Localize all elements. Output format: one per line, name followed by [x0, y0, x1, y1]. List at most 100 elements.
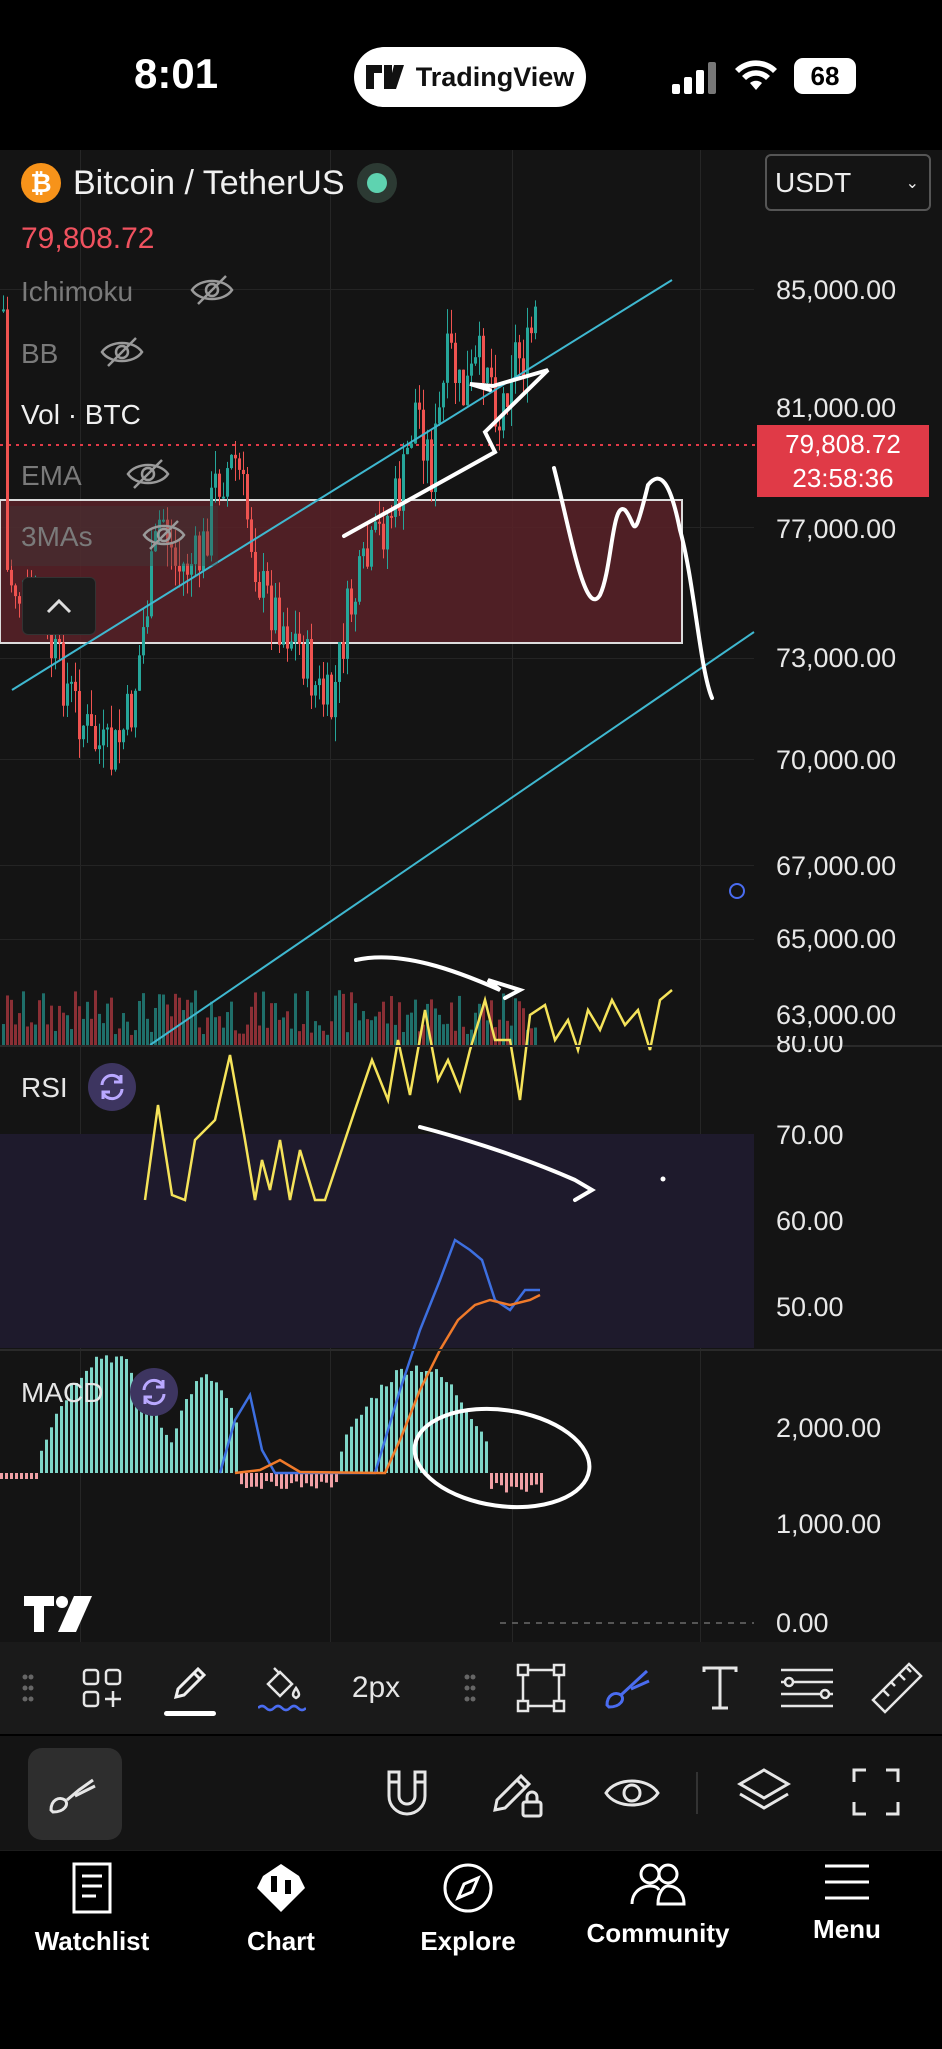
volume-bar	[270, 1003, 273, 1045]
magnet-icon[interactable]	[383, 1768, 431, 1820]
macd-histogram-bar	[160, 1427, 163, 1473]
volume-bar	[86, 1001, 89, 1045]
pen-icon[interactable]	[160, 1642, 220, 1734]
collapse-legend-button[interactable]	[22, 577, 96, 635]
volume-bar	[42, 993, 45, 1045]
drag-handle-icon[interactable]	[10, 1642, 46, 1734]
volume-bar	[146, 1018, 149, 1045]
symbol-header[interactable]: ₿ Bitcoin / TetherUS	[21, 163, 397, 203]
price-axis-label: 73,000.00	[776, 643, 897, 673]
candle-body	[466, 375, 469, 406]
volume-bar	[90, 1018, 93, 1045]
candle-body	[450, 333, 453, 343]
brush-tool-button[interactable]	[28, 1748, 122, 1840]
rectangle-icon[interactable]	[510, 1642, 572, 1734]
volume-bar	[226, 1012, 229, 1045]
volume-bar	[454, 1030, 457, 1045]
volume-bar	[242, 1033, 245, 1045]
volume-bar	[18, 1013, 21, 1045]
pane-separator[interactable]	[0, 1349, 942, 1351]
candle-body	[358, 556, 361, 602]
currency-value: USDT	[775, 166, 852, 198]
macd-histogram-bar	[395, 1370, 398, 1473]
macd-refresh-icon[interactable]	[130, 1368, 178, 1416]
fill-icon[interactable]	[252, 1642, 312, 1734]
macd-histogram-bar	[360, 1414, 363, 1473]
macd-histogram-bar	[175, 1428, 178, 1473]
layers-icon[interactable]	[736, 1766, 792, 1818]
candle-body	[222, 496, 225, 499]
nav-community[interactable]: Community	[568, 1862, 748, 1949]
rsi-refresh-icon[interactable]	[88, 1063, 136, 1111]
eye-hidden-icon[interactable]	[142, 517, 186, 553]
volume-bar	[46, 1024, 49, 1045]
signal-icon	[672, 62, 716, 94]
eye-hidden-icon[interactable]	[100, 334, 144, 370]
candle-body	[282, 626, 285, 645]
volume-bar	[38, 1000, 41, 1045]
indicator-3mas[interactable]: 3MAs	[21, 521, 93, 553]
fullscreen-icon[interactable]	[852, 1768, 900, 1816]
macd-histogram-bar	[330, 1473, 333, 1488]
volume-bar	[10, 999, 13, 1045]
indicator-ema[interactable]: EMA	[21, 460, 82, 492]
macd-histogram-bar	[205, 1374, 208, 1473]
volume-bar	[354, 1003, 357, 1045]
price-axis-label: 65,000.00	[776, 924, 897, 954]
chart-icon	[257, 1864, 305, 1912]
indicator-bb[interactable]: BB	[21, 338, 58, 370]
volume-bar	[450, 1002, 453, 1045]
candle-body	[82, 725, 85, 740]
symbol-title[interactable]: Bitcoin / TetherUS	[73, 164, 345, 203]
text-icon[interactable]	[692, 1642, 748, 1734]
candle-body	[426, 439, 429, 461]
volume-bar	[274, 1003, 277, 1045]
nav-menu[interactable]: Menu	[757, 1862, 937, 1945]
volume-bar	[522, 1008, 525, 1045]
currency-select[interactable]: USDT ⌄	[765, 154, 931, 211]
candle-body	[102, 729, 105, 746]
nav-watchlist[interactable]: Watchlist	[2, 1862, 182, 1957]
candle-body	[54, 638, 57, 659]
tradingview-pill[interactable]: TradingView	[354, 47, 586, 107]
volume-bar	[322, 1030, 325, 1045]
macd-histogram-bar	[20, 1473, 23, 1479]
macd-histogram-bar	[60, 1406, 63, 1473]
macd-title[interactable]: MACD	[21, 1377, 103, 1409]
macd-histogram-bar	[25, 1473, 28, 1479]
candle-body	[350, 588, 353, 615]
fib-icon[interactable]	[776, 1642, 838, 1734]
candle-body	[462, 369, 465, 406]
macd-histogram-bar	[210, 1380, 213, 1473]
macd-histogram-bar	[180, 1410, 183, 1473]
candle-body	[58, 638, 61, 643]
rsi-title[interactable]: RSI	[21, 1072, 68, 1104]
rsi-arrow-drawing	[418, 1125, 596, 1202]
volume-bar	[138, 1000, 141, 1045]
eye-icon[interactable]	[604, 1775, 660, 1811]
indicator-ichimoku[interactable]: Ichimoku	[21, 276, 133, 308]
macd-histogram-bar	[450, 1384, 453, 1473]
eye-hidden-icon[interactable]	[190, 272, 234, 308]
nav-explore[interactable]: Explore	[378, 1862, 558, 1957]
drag-handle-icon[interactable]	[452, 1642, 488, 1734]
nav-label: Chart	[247, 1926, 315, 1956]
macd-histogram-bar	[240, 1473, 243, 1485]
volume-bar	[366, 1019, 369, 1045]
nav-chart[interactable]: Chart	[191, 1862, 371, 1957]
volume-bar	[206, 1017, 209, 1045]
volume-bar	[414, 999, 417, 1045]
indicator-volume[interactable]: Vol · BTC	[21, 399, 141, 431]
macd-histogram-bar	[225, 1398, 228, 1473]
volume-bar	[74, 991, 77, 1045]
ruler-icon[interactable]	[866, 1642, 928, 1734]
rsi-axis-label: 60.00	[776, 1206, 844, 1236]
candle-body	[14, 585, 17, 597]
add-objects-icon[interactable]	[74, 1642, 130, 1734]
eye-hidden-icon[interactable]	[126, 456, 170, 492]
volume-bar	[514, 998, 517, 1045]
macd-histogram-bar	[185, 1399, 188, 1473]
lock-drawing-icon[interactable]	[491, 1766, 545, 1820]
stroke-size-button[interactable]: 2px	[342, 1642, 410, 1734]
brush-icon[interactable]	[596, 1642, 662, 1734]
